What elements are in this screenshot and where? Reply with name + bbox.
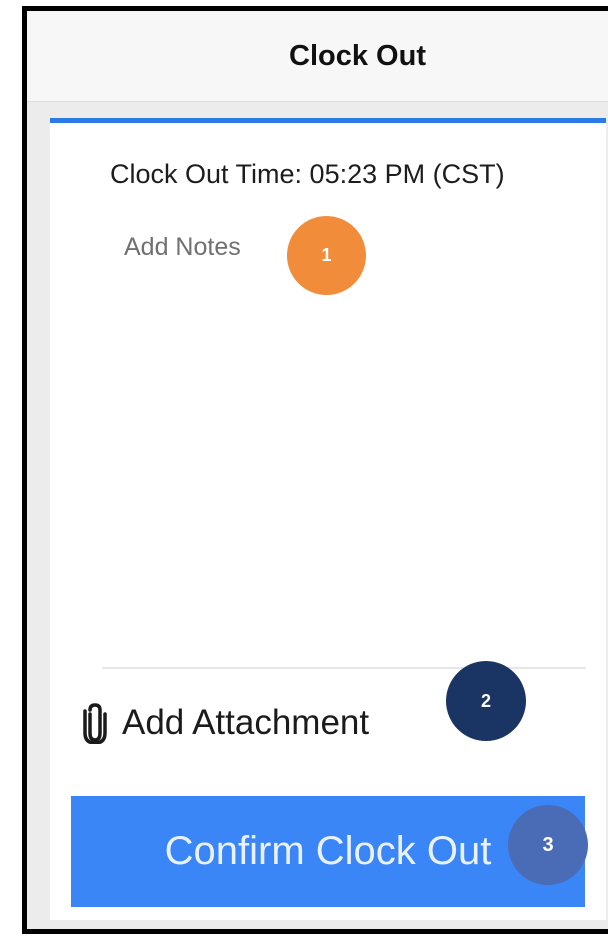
header-bar: Clock Out bbox=[27, 11, 608, 102]
divider bbox=[102, 667, 586, 669]
callout-badge-1: 1 bbox=[287, 216, 366, 295]
callout-badge-3: 3 bbox=[508, 805, 588, 885]
add-attachment-label: Add Attachment bbox=[122, 703, 370, 742]
paperclip-icon bbox=[83, 703, 107, 744]
clock-out-time: Clock Out Time: 05:23 PM (CST) bbox=[110, 159, 505, 189]
callout-badge-2: 2 bbox=[446, 661, 526, 741]
page-title: Clock Out bbox=[289, 39, 426, 72]
notes-field[interactable] bbox=[108, 227, 588, 657]
app-window: Clock Out Clock Out Time: 05:23 PM (CST)… bbox=[22, 6, 608, 934]
confirm-clock-out-label: Confirm Clock Out bbox=[164, 829, 492, 873]
add-attachment-button[interactable]: Add Attachment bbox=[80, 698, 369, 748]
